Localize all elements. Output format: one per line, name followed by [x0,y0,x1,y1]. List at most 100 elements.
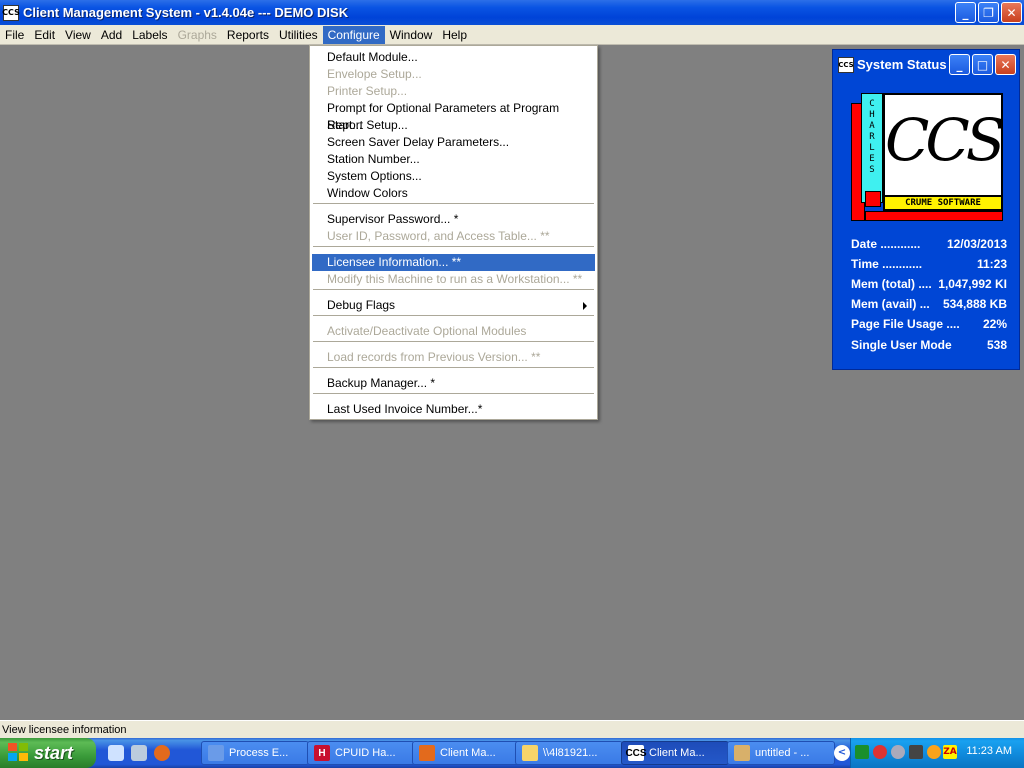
menu-separator [313,315,594,316]
tray-security-icon[interactable] [873,745,887,759]
title-bar[interactable]: CCS Client Management System - v1.4.04e … [0,0,1024,25]
logo-side-text: CHARLES [869,99,875,175]
process-explorer-icon [208,745,224,761]
status-row: Time ............ 11:23 [851,257,1007,273]
taskbar-button[interactable]: H CPUID Ha... [307,741,415,765]
taskbar-clock[interactable]: 11:23 AM [966,745,1012,757]
configure-menu-item[interactable]: Backup Manager... * [312,375,595,392]
configure-menu-item[interactable]: Window Colors [312,185,595,202]
status-row: Page File Usage .... 22% [851,317,1007,333]
system-status-window[interactable]: CCS System Status _ □ ✕ CHARLES CCS CRUM… [832,49,1020,370]
menu-window[interactable]: Window [385,26,438,44]
menu-separator [313,393,594,394]
menu-labels[interactable]: Labels [127,26,172,44]
status-row-value: 1,047,992 KI [938,277,1007,291]
menu-item-label: Report Setup... [327,118,408,132]
configure-menu-item[interactable]: Prompt for Optional Parameters at Progra… [312,100,595,132]
tray-zonealarm-icon[interactable]: ZA [943,745,957,759]
status-maximize-button[interactable]: □ [972,54,993,75]
tray-avast-icon[interactable] [927,745,941,759]
menu-item-label: Last Used Invoice Number...* [327,402,483,416]
close-button[interactable]: ✕ [1001,2,1022,23]
menu-add[interactable]: Add [96,26,127,44]
menu-utilities[interactable]: Utilities [274,26,323,44]
taskbar-button-label: \\4l81921... [543,747,598,759]
system-tray: ZA 11:23 AM [850,738,1024,768]
tray-monitor-icon[interactable] [909,745,923,759]
menu-item-label: Envelope Setup... [327,67,422,81]
logo-main-text: CCS [885,106,1006,174]
taskbar-button-label: Client Ma... [440,747,496,759]
menu-item-label: Screen Saver Delay Parameters... [327,135,510,149]
taskbar-button[interactable]: Client Ma... [412,741,520,765]
maximize-icon: □ [976,57,989,72]
status-row-label: Time ............ [851,257,923,271]
menu-separator [313,341,594,342]
menu-separator [313,246,594,247]
window-title: Client Management System - v1.4.04e --- … [23,5,349,20]
status-row: Mem (total) .... 1,047,992 KI [851,277,1007,293]
configure-menu-item[interactable]: Supervisor Password... * [312,211,595,228]
system-status-title: System Status [857,57,947,72]
taskbar-button[interactable]: CCS Client Ma... [621,741,729,765]
configure-menu-item[interactable]: Printer Setup... [312,83,595,100]
configure-menu-item[interactable]: Envelope Setup... [312,66,595,83]
taskbar-button[interactable]: Process E... [201,741,309,765]
minimize-button[interactable]: _ [955,2,976,23]
restore-button[interactable]: ❐ [978,2,999,23]
menu-separator [313,367,594,368]
configure-menu-item[interactable]: Debug Flags [312,297,595,314]
app-icon[interactable]: CCS [2,4,20,21]
menu-edit[interactable]: Edit [29,26,60,44]
menu-item-label: System Options... [327,169,422,183]
configure-menu-item[interactable]: Report Setup... [312,117,595,134]
menu-separator [313,203,594,204]
menu-separator [313,289,594,290]
menu-configure[interactable]: Configure [322,25,385,44]
configure-menu-item[interactable]: Licensee Information... ** [312,254,595,271]
menu-item-label: Load records from Previous Version... ** [327,350,541,364]
status-row-value: 534,888 KB [942,297,1007,311]
status-minimize-button[interactable]: _ [949,54,970,75]
app-icon: CCS [838,56,854,73]
configure-menu-item[interactable]: Last Used Invoice Number...* [312,401,595,418]
firefox-quicklaunch-icon[interactable] [154,745,170,761]
status-close-button[interactable]: ✕ [995,54,1016,75]
configure-menu-item[interactable]: Station Number... [312,151,595,168]
menu-help[interactable]: Help [437,26,472,44]
taskbar-button[interactable]: \\4l81921... [515,741,623,765]
menu-item-label: Modify this Machine to run as a Workstat… [327,272,583,286]
menu-graphs[interactable]: Graphs [173,26,222,44]
logo-bottom-text: CRUME SOFTWARE [883,195,1003,211]
menu-file[interactable]: File [0,26,29,44]
status-row-label: Page File Usage .... [851,317,960,331]
menu-item-label: Window Colors [327,186,408,200]
show-desktop-icon[interactable] [131,745,147,761]
configure-menu-item[interactable]: User ID, Password, and Access Table... *… [312,228,595,245]
status-row-value: 11:23 [976,257,1007,271]
tray-app-icon[interactable] [855,745,869,759]
menu-view[interactable]: View [60,26,96,44]
start-button[interactable]: start [0,738,96,768]
menu-item-label: User ID, Password, and Access Table... *… [327,229,550,243]
tray-expand-button[interactable]: < [834,745,850,761]
status-row-value: 22% [982,317,1007,331]
configure-menu-item[interactable]: Default Module... [312,49,595,66]
status-row: Single User Mode 538 [851,338,1007,354]
cpuid-icon: H [314,745,330,761]
menu-reports[interactable]: Reports [222,26,274,44]
configure-menu-item[interactable]: Modify this Machine to run as a Workstat… [312,271,595,288]
menu-item-label: Station Number... [327,152,420,166]
configure-menu-item[interactable]: Load records from Previous Version... ** [312,349,595,366]
paint-icon [734,745,750,761]
taskbar-button-label: untitled - ... [755,747,810,759]
configure-menu-item[interactable]: Activate/Deactivate Optional Modules [312,323,595,340]
configure-menu-item[interactable]: Screen Saver Delay Parameters... [312,134,595,151]
close-icon: ✕ [1000,57,1011,72]
ie-quicklaunch-icon[interactable] [108,745,124,761]
tray-network-icon[interactable] [891,745,905,759]
configure-menu-item[interactable]: System Options... [312,168,595,185]
ccs-app-icon: CCS [625,745,647,761]
menu-item-label: Activate/Deactivate Optional Modules [327,324,527,338]
taskbar-button[interactable]: untitled - ... [727,741,835,765]
